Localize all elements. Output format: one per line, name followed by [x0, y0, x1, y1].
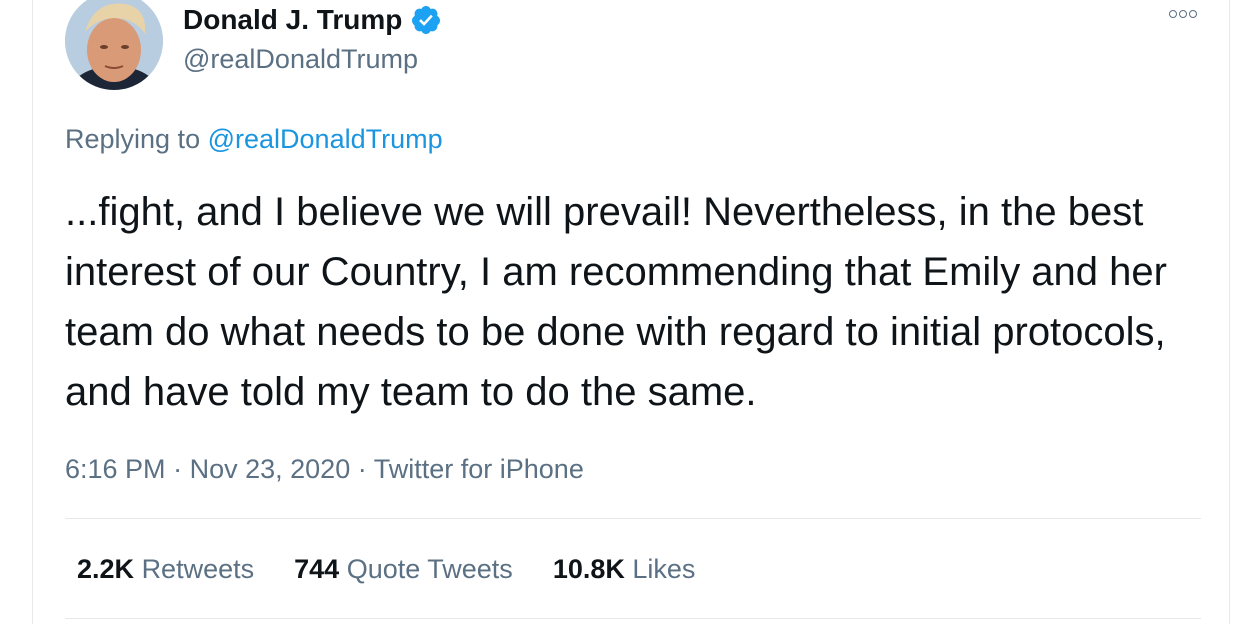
dot-icon — [1189, 10, 1197, 18]
quote-tweets-count: 744 — [294, 554, 340, 584]
retweets-stat[interactable]: 2.2K Retweets — [77, 552, 254, 586]
quote-tweets-label: Quote Tweets — [346, 554, 513, 584]
tweet-text: ...fight, and I believe we will prevail!… — [65, 190, 1167, 414]
avatar-image — [65, 0, 163, 90]
dot-icon — [1169, 10, 1177, 18]
divider — [65, 518, 1201, 519]
user-handle[interactable]: @realDonaldTrump — [183, 42, 418, 76]
tweet-stats: 2.2K Retweets 744 Quote Tweets 10.8K Lik… — [77, 552, 695, 586]
dot-icon — [1179, 10, 1187, 18]
reply-handle-link[interactable]: @realDonaldTrump — [208, 124, 443, 154]
more-options-icon[interactable] — [1169, 10, 1197, 18]
meta-separator: · — [357, 454, 367, 484]
likes-count: 10.8K — [552, 554, 625, 584]
likes-label: Likes — [632, 554, 696, 584]
quote-tweets-stat[interactable]: 744 Quote Tweets — [294, 552, 513, 586]
divider — [65, 618, 1201, 619]
tweet-meta: 6:16 PM · Nov 23, 2020 · Twitter for iPh… — [65, 452, 584, 486]
author-row: Donald J. Trump — [183, 2, 442, 38]
retweets-label: Retweets — [141, 554, 255, 584]
tweet-time-link[interactable]: 6:16 PM — [65, 454, 166, 484]
retweets-count: 2.2K — [77, 554, 135, 584]
likes-stat[interactable]: 10.8K Likes — [553, 552, 696, 586]
tweet-date-link[interactable]: Nov 23, 2020 — [190, 454, 351, 484]
replying-to: Replying to @realDonaldTrump — [65, 122, 443, 156]
meta-separator: · — [173, 454, 183, 484]
verified-badge-icon — [410, 4, 442, 36]
avatar[interactable] — [65, 0, 163, 90]
display-name[interactable]: Donald J. Trump — [183, 2, 402, 38]
replying-prefix: Replying to — [65, 124, 201, 154]
tweet-card: Donald J. Trump @realDonaldTrump Replyin… — [32, 0, 1230, 624]
tweet-source-link[interactable]: Twitter for iPhone — [374, 454, 584, 484]
